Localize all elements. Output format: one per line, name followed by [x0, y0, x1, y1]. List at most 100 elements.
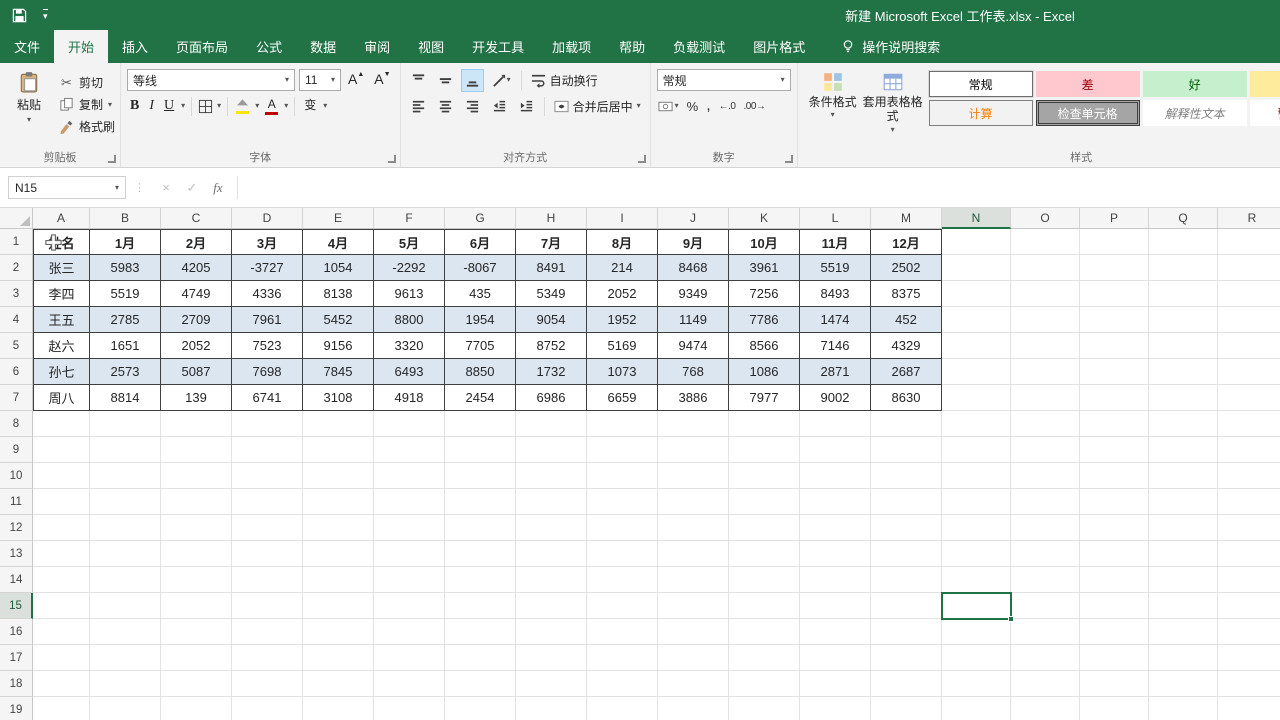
fill-handle[interactable] — [1008, 616, 1014, 622]
cell-D10[interactable] — [232, 463, 303, 489]
grow-font-button[interactable]: A▲ — [345, 71, 367, 88]
insert-function-button[interactable]: fx — [205, 180, 231, 196]
cell-G14[interactable] — [445, 567, 516, 593]
cell-J5[interactable]: 9474 — [658, 333, 729, 359]
column-header-C[interactable]: C — [161, 208, 232, 229]
select-all-button[interactable] — [0, 208, 33, 229]
cell-O10[interactable] — [1011, 463, 1080, 489]
cell-D18[interactable] — [232, 671, 303, 697]
cell-O12[interactable] — [1011, 515, 1080, 541]
cell-F8[interactable] — [374, 411, 445, 437]
row-header-15[interactable]: 15 — [0, 593, 33, 619]
cell-C13[interactable] — [161, 541, 232, 567]
cell-D1[interactable]: 3月 — [232, 229, 303, 255]
cell-J16[interactable] — [658, 619, 729, 645]
tab-视图[interactable]: 视图 — [404, 30, 458, 63]
decrease-indent-button[interactable] — [488, 95, 511, 118]
cell-M19[interactable] — [871, 697, 942, 720]
tab-图片格式[interactable]: 图片格式 — [739, 30, 819, 63]
percent-style-button[interactable]: % — [687, 99, 699, 114]
cell-F14[interactable] — [374, 567, 445, 593]
selected-cell-outline[interactable] — [941, 592, 1012, 620]
orientation-button[interactable]: ▾ — [488, 69, 515, 92]
cell-I15[interactable] — [587, 593, 658, 619]
cell-A9[interactable] — [33, 437, 90, 463]
cell-E19[interactable] — [303, 697, 374, 720]
cell-N5[interactable] — [942, 333, 1011, 359]
cell-Q2[interactable] — [1149, 255, 1218, 281]
cell-L5[interactable]: 7146 — [800, 333, 871, 359]
cell-N7[interactable] — [942, 385, 1011, 411]
cell-style-常规[interactable]: 常规 — [929, 71, 1033, 97]
cell-C15[interactable] — [161, 593, 232, 619]
cell-M11[interactable] — [871, 489, 942, 515]
cell-B5[interactable]: 1651 — [90, 333, 161, 359]
cell-A19[interactable] — [33, 697, 90, 720]
cell-F15[interactable] — [374, 593, 445, 619]
row-header-16[interactable]: 16 — [0, 619, 33, 645]
cell-Q15[interactable] — [1149, 593, 1218, 619]
cell-P4[interactable] — [1080, 307, 1149, 333]
cell-P19[interactable] — [1080, 697, 1149, 720]
row-header-8[interactable]: 8 — [0, 411, 33, 437]
cell-A12[interactable] — [33, 515, 90, 541]
cell-L6[interactable]: 2871 — [800, 359, 871, 385]
cell-I14[interactable] — [587, 567, 658, 593]
cell-D5[interactable]: 7523 — [232, 333, 303, 359]
cell-D13[interactable] — [232, 541, 303, 567]
cell-N18[interactable] — [942, 671, 1011, 697]
cell-J10[interactable] — [658, 463, 729, 489]
cell-N12[interactable] — [942, 515, 1011, 541]
tab-负载测试[interactable]: 负载测试 — [659, 30, 739, 63]
cell-E10[interactable] — [303, 463, 374, 489]
cell-P17[interactable] — [1080, 645, 1149, 671]
row-header-10[interactable]: 10 — [0, 463, 33, 489]
cell-I17[interactable] — [587, 645, 658, 671]
cell-O3[interactable] — [1011, 281, 1080, 307]
column-header-H[interactable]: H — [516, 208, 587, 229]
cell-G16[interactable] — [445, 619, 516, 645]
cell-M12[interactable] — [871, 515, 942, 541]
cell-G5[interactable]: 7705 — [445, 333, 516, 359]
cell-O11[interactable] — [1011, 489, 1080, 515]
cell-Q16[interactable] — [1149, 619, 1218, 645]
cell-O17[interactable] — [1011, 645, 1080, 671]
cell-G7[interactable]: 2454 — [445, 385, 516, 411]
row-header-2[interactable]: 2 — [0, 255, 33, 281]
tab-审阅[interactable]: 审阅 — [350, 30, 404, 63]
cell-H9[interactable] — [516, 437, 587, 463]
cell-style-检查单元格[interactable]: 检查单元格 — [1036, 100, 1140, 126]
cell-O4[interactable] — [1011, 307, 1080, 333]
cell-E18[interactable] — [303, 671, 374, 697]
cell-K1[interactable]: 10月 — [729, 229, 800, 255]
cell-Q9[interactable] — [1149, 437, 1218, 463]
cell-B12[interactable] — [90, 515, 161, 541]
cell-J3[interactable]: 9349 — [658, 281, 729, 307]
cell-D17[interactable] — [232, 645, 303, 671]
cell-Q14[interactable] — [1149, 567, 1218, 593]
cell-B2[interactable]: 5983 — [90, 255, 161, 281]
cell-Q1[interactable] — [1149, 229, 1218, 255]
cell-K11[interactable] — [729, 489, 800, 515]
cell-B17[interactable] — [90, 645, 161, 671]
cell-Q8[interactable] — [1149, 411, 1218, 437]
cell-F9[interactable] — [374, 437, 445, 463]
cell-F18[interactable] — [374, 671, 445, 697]
cell-D2[interactable]: -3727 — [232, 255, 303, 281]
column-header-L[interactable]: L — [800, 208, 871, 229]
cell-R5[interactable] — [1218, 333, 1280, 359]
cell-J2[interactable]: 8468 — [658, 255, 729, 281]
cell-D6[interactable]: 7698 — [232, 359, 303, 385]
row-header-9[interactable]: 9 — [0, 437, 33, 463]
cell-style-好[interactable]: 好 — [1143, 71, 1247, 97]
cell-N14[interactable] — [942, 567, 1011, 593]
cell-F6[interactable]: 6493 — [374, 359, 445, 385]
cell-R6[interactable] — [1218, 359, 1280, 385]
cell-B8[interactable] — [90, 411, 161, 437]
cell-J12[interactable] — [658, 515, 729, 541]
cell-N6[interactable] — [942, 359, 1011, 385]
cell-P11[interactable] — [1080, 489, 1149, 515]
cell-B3[interactable]: 5519 — [90, 281, 161, 307]
cell-M18[interactable] — [871, 671, 942, 697]
cell-K4[interactable]: 7786 — [729, 307, 800, 333]
